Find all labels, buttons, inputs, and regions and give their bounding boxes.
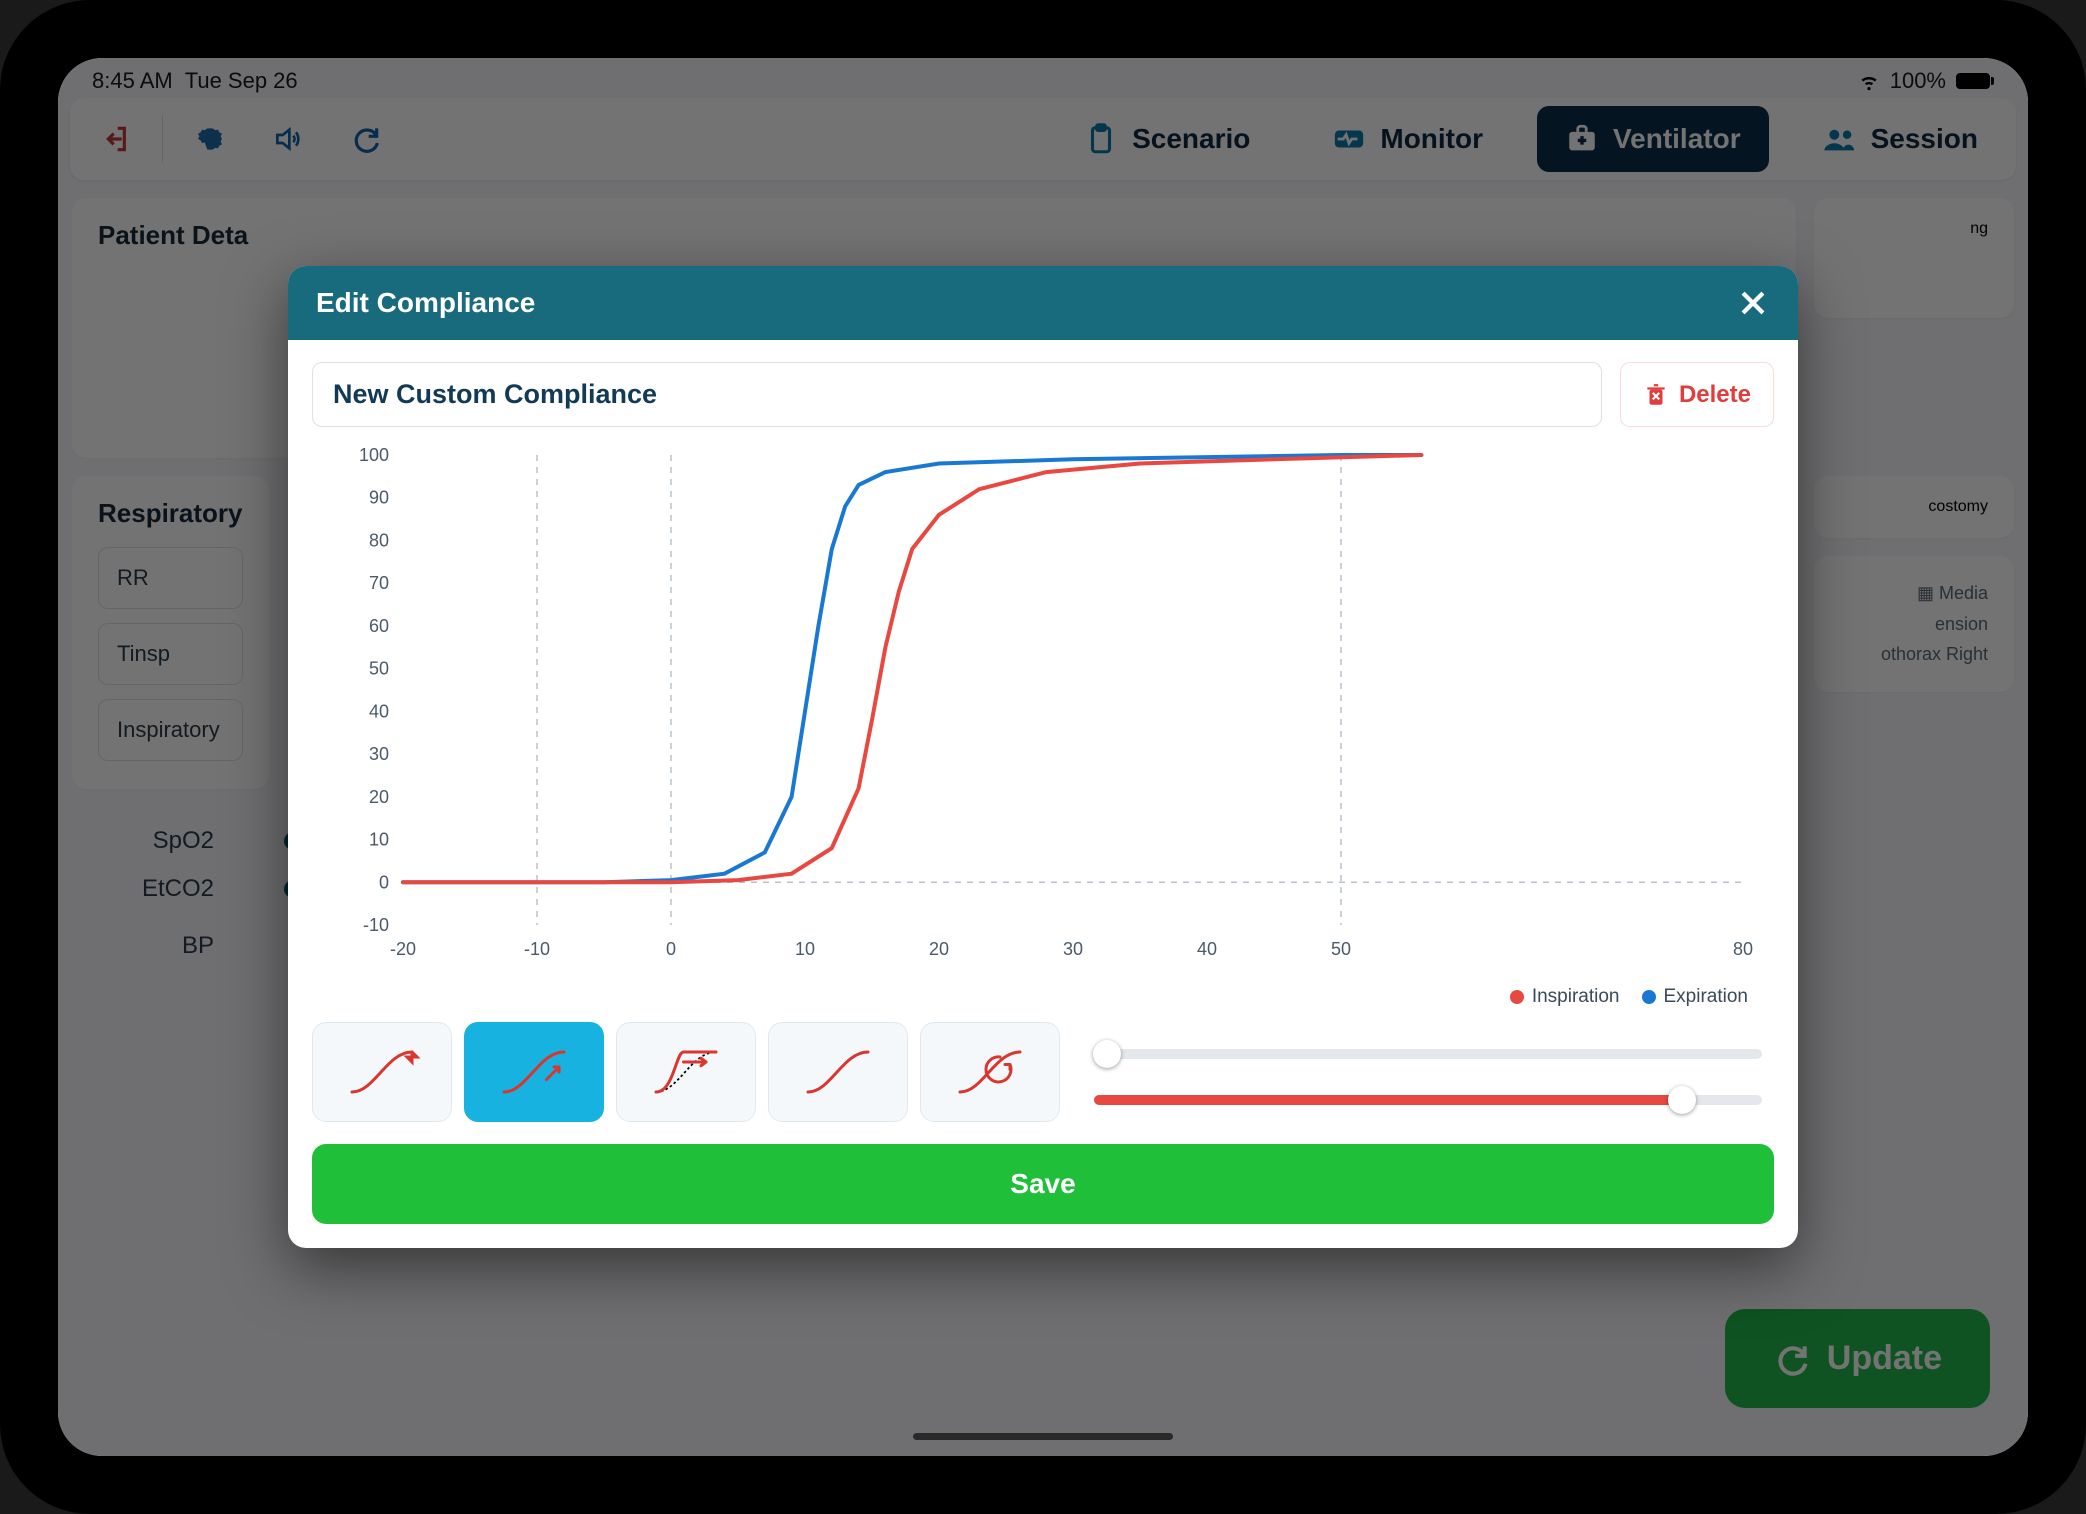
svg-text:80: 80 xyxy=(1733,939,1753,959)
curve-preset-4[interactable] xyxy=(920,1022,1060,1122)
svg-text:90: 90 xyxy=(369,488,389,508)
curve-presets xyxy=(312,1022,1060,1122)
delete-button-label: Delete xyxy=(1679,381,1751,409)
svg-text:60: 60 xyxy=(369,616,389,636)
svg-text:10: 10 xyxy=(369,830,389,850)
delete-button[interactable]: Delete xyxy=(1620,362,1774,427)
svg-text:10: 10 xyxy=(795,939,815,959)
svg-text:40: 40 xyxy=(1197,939,1217,959)
save-button-label: Save xyxy=(1010,1168,1075,1199)
chart-legend: Inspiration Expiration xyxy=(312,980,1774,1018)
svg-text:20: 20 xyxy=(369,787,389,807)
edit-compliance-modal: Edit Compliance Delete -10 0 10 20 30 40 50 60 7… xyxy=(288,266,1798,1248)
svg-text:50: 50 xyxy=(1331,939,1351,959)
curve-preset-2[interactable] xyxy=(616,1022,756,1122)
ipad-inner: 8:45 AM Tue Sep 26 100% xyxy=(30,30,2056,1484)
modal-title: Edit Compliance xyxy=(316,287,535,319)
close-button[interactable] xyxy=(1736,286,1770,320)
slider-1[interactable] xyxy=(1094,1046,1762,1062)
svg-text:20: 20 xyxy=(929,939,949,959)
svg-text:0: 0 xyxy=(379,872,389,892)
svg-text:30: 30 xyxy=(1063,939,1083,959)
svg-text:-10: -10 xyxy=(363,915,389,935)
svg-text:-20: -20 xyxy=(390,939,416,959)
svg-text:80: 80 xyxy=(369,530,389,550)
compliance-name-input[interactable] xyxy=(312,362,1602,427)
svg-text:40: 40 xyxy=(369,701,389,721)
legend-inspiration: Inspiration xyxy=(1510,986,1620,1008)
svg-text:70: 70 xyxy=(369,573,389,593)
svg-text:30: 30 xyxy=(369,744,389,764)
modal-header: Edit Compliance xyxy=(288,266,1798,340)
svg-text:100: 100 xyxy=(359,445,389,465)
trash-icon xyxy=(1643,382,1669,408)
save-button[interactable]: Save xyxy=(312,1144,1774,1224)
svg-text:0: 0 xyxy=(666,939,676,959)
svg-text:50: 50 xyxy=(369,659,389,679)
curve-preset-0[interactable] xyxy=(312,1022,452,1122)
legend-expiration: Expiration xyxy=(1642,986,1749,1008)
screen: 8:45 AM Tue Sep 26 100% xyxy=(58,58,2028,1456)
svg-text:-10: -10 xyxy=(524,939,550,959)
curve-preset-3[interactable] xyxy=(768,1022,908,1122)
slider-2[interactable] xyxy=(1094,1092,1762,1108)
curve-preset-1[interactable] xyxy=(464,1022,604,1122)
compliance-chart: -100102030405060708090100-20-10010203040… xyxy=(312,435,1774,1018)
preset-and-slider-row xyxy=(312,1022,1774,1122)
ipad-frame: 8:45 AM Tue Sep 26 100% xyxy=(0,0,2086,1514)
